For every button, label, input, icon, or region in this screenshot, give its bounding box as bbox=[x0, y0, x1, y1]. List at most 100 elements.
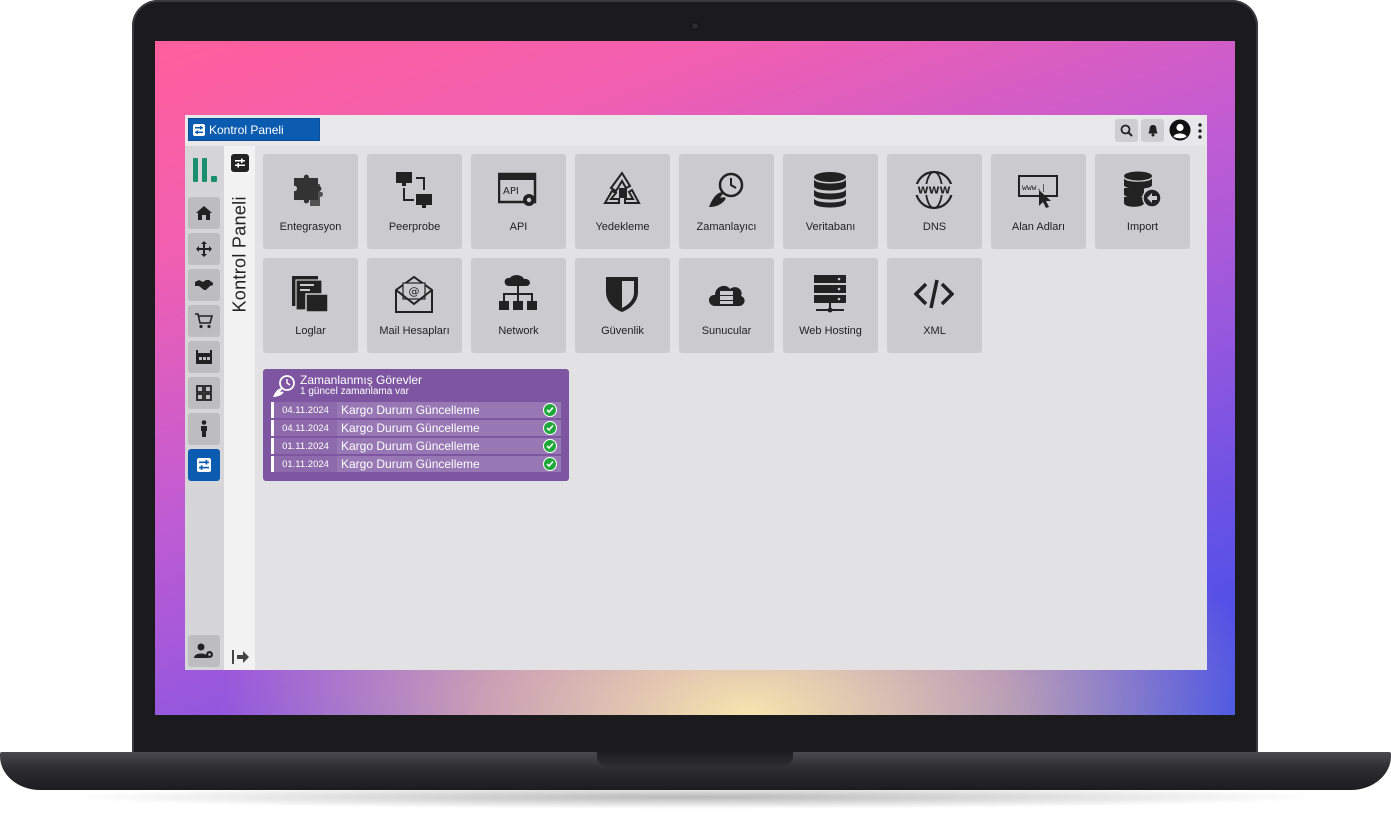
task-name: Kargo Durum Güncelleme bbox=[341, 457, 480, 471]
www-globe-icon: WWW bbox=[914, 170, 954, 210]
svg-text:WWW: WWW bbox=[917, 186, 950, 197]
module-label: XML bbox=[923, 325, 946, 337]
nav-cart[interactable] bbox=[188, 305, 220, 337]
task-name: Kargo Durum Güncelleme bbox=[341, 421, 480, 435]
user-settings-button[interactable] bbox=[188, 635, 220, 667]
server-rack-icon bbox=[814, 275, 846, 313]
check-icon bbox=[543, 403, 557, 417]
user-avatar-icon bbox=[1169, 119, 1191, 141]
app-window: Kontrol Paneli Kontrol Paneli Entegrasyo… bbox=[185, 115, 1207, 670]
top-bar: Kontrol Paneli bbox=[185, 115, 1207, 146]
api-icon: API bbox=[498, 172, 537, 206]
section-title-strip: Kontrol Paneli bbox=[224, 146, 255, 670]
module-label: Veritabanı bbox=[805, 221, 856, 233]
module-label: Import bbox=[1126, 221, 1159, 233]
table-row[interactable]: 01.11.2024 Kargo Durum Güncelleme bbox=[271, 456, 561, 472]
more-menu-button[interactable] bbox=[1198, 123, 1202, 139]
mail-icon: @ bbox=[395, 275, 433, 313]
logs-icon bbox=[292, 276, 329, 313]
person-icon bbox=[201, 420, 207, 437]
module-tile-zamanlayici[interactable]: Zamanlayıcı bbox=[679, 154, 774, 249]
module-tile-entegrasyon[interactable]: Entegrasyon bbox=[263, 154, 358, 249]
table-row[interactable]: 04.11.2024 Kargo Durum Güncelleme bbox=[271, 402, 561, 418]
module-tile-veritabani[interactable]: Veritabanı bbox=[783, 154, 878, 249]
breadcrumb-label: Kontrol Paneli bbox=[209, 122, 284, 137]
module-label: Entegrasyon bbox=[279, 221, 342, 233]
module-label: Network bbox=[498, 325, 539, 337]
module-label: Güvenlik bbox=[601, 325, 644, 337]
move-icon bbox=[196, 241, 212, 257]
nav-person[interactable] bbox=[188, 413, 220, 445]
module-label: Peerprobe bbox=[388, 221, 441, 233]
nav-handshake[interactable] bbox=[188, 269, 220, 301]
avatar[interactable] bbox=[1169, 119, 1191, 141]
check-icon bbox=[543, 457, 557, 471]
grid-icon bbox=[196, 385, 212, 401]
module-tile-sunucular[interactable]: Sunucular bbox=[679, 258, 774, 353]
kebab-icon bbox=[1198, 123, 1202, 139]
module-tile-web-hosting[interactable]: Web Hosting bbox=[783, 258, 878, 353]
laptop-notch bbox=[597, 752, 793, 766]
module-tile-mail-hesaplari[interactable]: @ Mail Hesapları bbox=[367, 258, 462, 353]
module-tile-xml[interactable]: XML bbox=[887, 258, 982, 353]
svg-text:www.|: www.| bbox=[1022, 183, 1046, 192]
bell-icon bbox=[1148, 125, 1157, 137]
control-panel-icon bbox=[197, 458, 211, 472]
module-tile-dns[interactable]: WWW DNS bbox=[887, 154, 982, 249]
scheduler-icon bbox=[709, 172, 744, 207]
search-button[interactable] bbox=[1115, 119, 1138, 142]
task-date: 01.11.2024 bbox=[274, 438, 337, 454]
svg-text:API: API bbox=[503, 186, 519, 197]
module-label: Yedekleme bbox=[595, 221, 650, 233]
scheduler-icon bbox=[273, 375, 295, 397]
app-logo[interactable] bbox=[190, 156, 220, 186]
user-settings-icon bbox=[194, 643, 213, 658]
logo-icon bbox=[193, 158, 217, 182]
svg-text:@: @ bbox=[409, 285, 420, 298]
module-tile-import[interactable]: Import bbox=[1095, 154, 1190, 249]
handshake-icon bbox=[195, 280, 213, 290]
module-label: Loglar bbox=[295, 325, 326, 337]
module-tile-alan-adlari[interactable]: www.| Alan Adları bbox=[991, 154, 1086, 249]
collapse-button[interactable] bbox=[232, 649, 250, 665]
recycle-icon bbox=[603, 171, 641, 204]
nav-grid[interactable] bbox=[188, 377, 220, 409]
panel-subtitle: 1 güncel zamanlama var bbox=[300, 386, 409, 397]
nav-move[interactable] bbox=[188, 233, 220, 265]
shield-icon bbox=[606, 277, 638, 312]
table-row[interactable]: 04.11.2024 Kargo Durum Güncelleme bbox=[271, 420, 561, 436]
nav-home[interactable] bbox=[188, 197, 220, 229]
section-title: Kontrol Paneli bbox=[229, 180, 250, 313]
camera-icon bbox=[692, 23, 698, 29]
module-tile-api[interactable]: API API bbox=[471, 154, 566, 249]
nav-control-panel[interactable] bbox=[188, 449, 220, 481]
module-tile-peerprobe[interactable]: Peerprobe bbox=[367, 154, 462, 249]
network-monitors-icon bbox=[396, 172, 432, 208]
left-nav bbox=[185, 146, 224, 670]
task-name: Kargo Durum Güncelleme bbox=[341, 403, 480, 417]
module-label: Mail Hesapları bbox=[379, 325, 450, 337]
home-icon bbox=[196, 206, 212, 220]
task-date: 04.11.2024 bbox=[274, 420, 337, 436]
sign-out-icon bbox=[232, 650, 249, 664]
module-tile-network[interactable]: Network bbox=[471, 258, 566, 353]
section-title-text: Kontrol Paneli bbox=[229, 196, 250, 313]
warehouse-icon bbox=[196, 350, 212, 364]
nav-warehouse[interactable] bbox=[188, 341, 220, 373]
database-import-icon bbox=[1124, 171, 1162, 208]
module-tile-guvenlik[interactable]: Güvenlik bbox=[575, 258, 670, 353]
search-icon bbox=[1120, 124, 1133, 137]
module-tile-loglar[interactable]: Loglar bbox=[263, 258, 358, 353]
module-label: Zamanlayıcı bbox=[696, 221, 757, 233]
task-date: 01.11.2024 bbox=[274, 456, 337, 472]
module-tile-yedekleme[interactable]: Yedekleme bbox=[575, 154, 670, 249]
table-row[interactable]: 01.11.2024 Kargo Durum Güncelleme bbox=[271, 438, 561, 454]
check-icon bbox=[543, 439, 557, 453]
check-icon bbox=[543, 421, 557, 435]
scheduled-tasks-panel: Zamanlanmış Görevler 1 güncel zamanlama … bbox=[263, 369, 569, 481]
task-date: 04.11.2024 bbox=[274, 402, 337, 418]
notifications-button[interactable] bbox=[1141, 119, 1164, 142]
breadcrumb-tab[interactable]: Kontrol Paneli bbox=[188, 118, 320, 141]
module-label: Sunucular bbox=[701, 325, 752, 337]
puzzle-icon bbox=[294, 174, 323, 206]
